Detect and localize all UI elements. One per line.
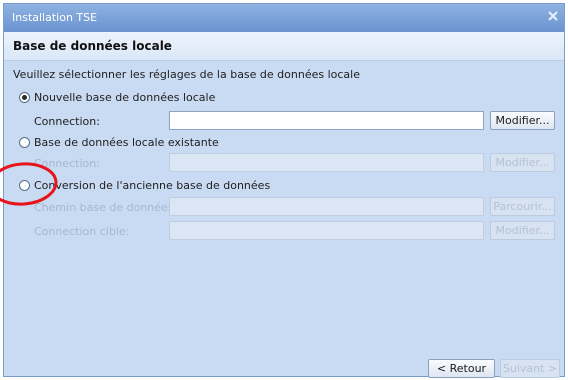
installer-window: Installation TSE Base de données locale … [0,3,565,378]
new-connection-modify-button[interactable]: Modifier... [490,111,555,130]
new-connection-label: Connection: [34,115,100,128]
new-connection-field[interactable] [169,111,484,130]
window-title: Installation TSE [12,11,98,24]
title-bar[interactable]: Installation TSE [4,4,564,32]
back-button[interactable]: < Retour [428,359,495,378]
target-connection-modify-button[interactable]: Modifier... [490,221,555,240]
target-connection-label: Connection cible: [34,225,130,238]
old-db-path-browse-button[interactable]: Parcourir... [490,197,555,216]
existing-connection-field[interactable] [169,153,484,172]
target-connection-field[interactable] [169,221,484,240]
radio-new-db[interactable] [19,92,30,103]
radio-existing-db-label[interactable]: Base de données locale existante [34,136,219,149]
page-header: Base de données locale [4,32,564,61]
highlight-circle-annotation [0,162,58,206]
page-title: Base de données locale [13,39,172,53]
old-db-path-field[interactable] [169,197,484,216]
existing-connection-modify-button[interactable]: Modifier... [490,153,555,172]
radio-convert-db-label[interactable]: Conversion de l'ancienne base de données [34,179,270,192]
radio-new-db-label[interactable]: Nouvelle base de données locale [34,91,215,104]
page-description: Veuillez sélectionner les réglages de la… [13,68,360,81]
next-button[interactable]: Suivant > [500,359,560,378]
close-icon[interactable] [546,9,560,23]
radio-existing-db[interactable] [19,137,30,148]
